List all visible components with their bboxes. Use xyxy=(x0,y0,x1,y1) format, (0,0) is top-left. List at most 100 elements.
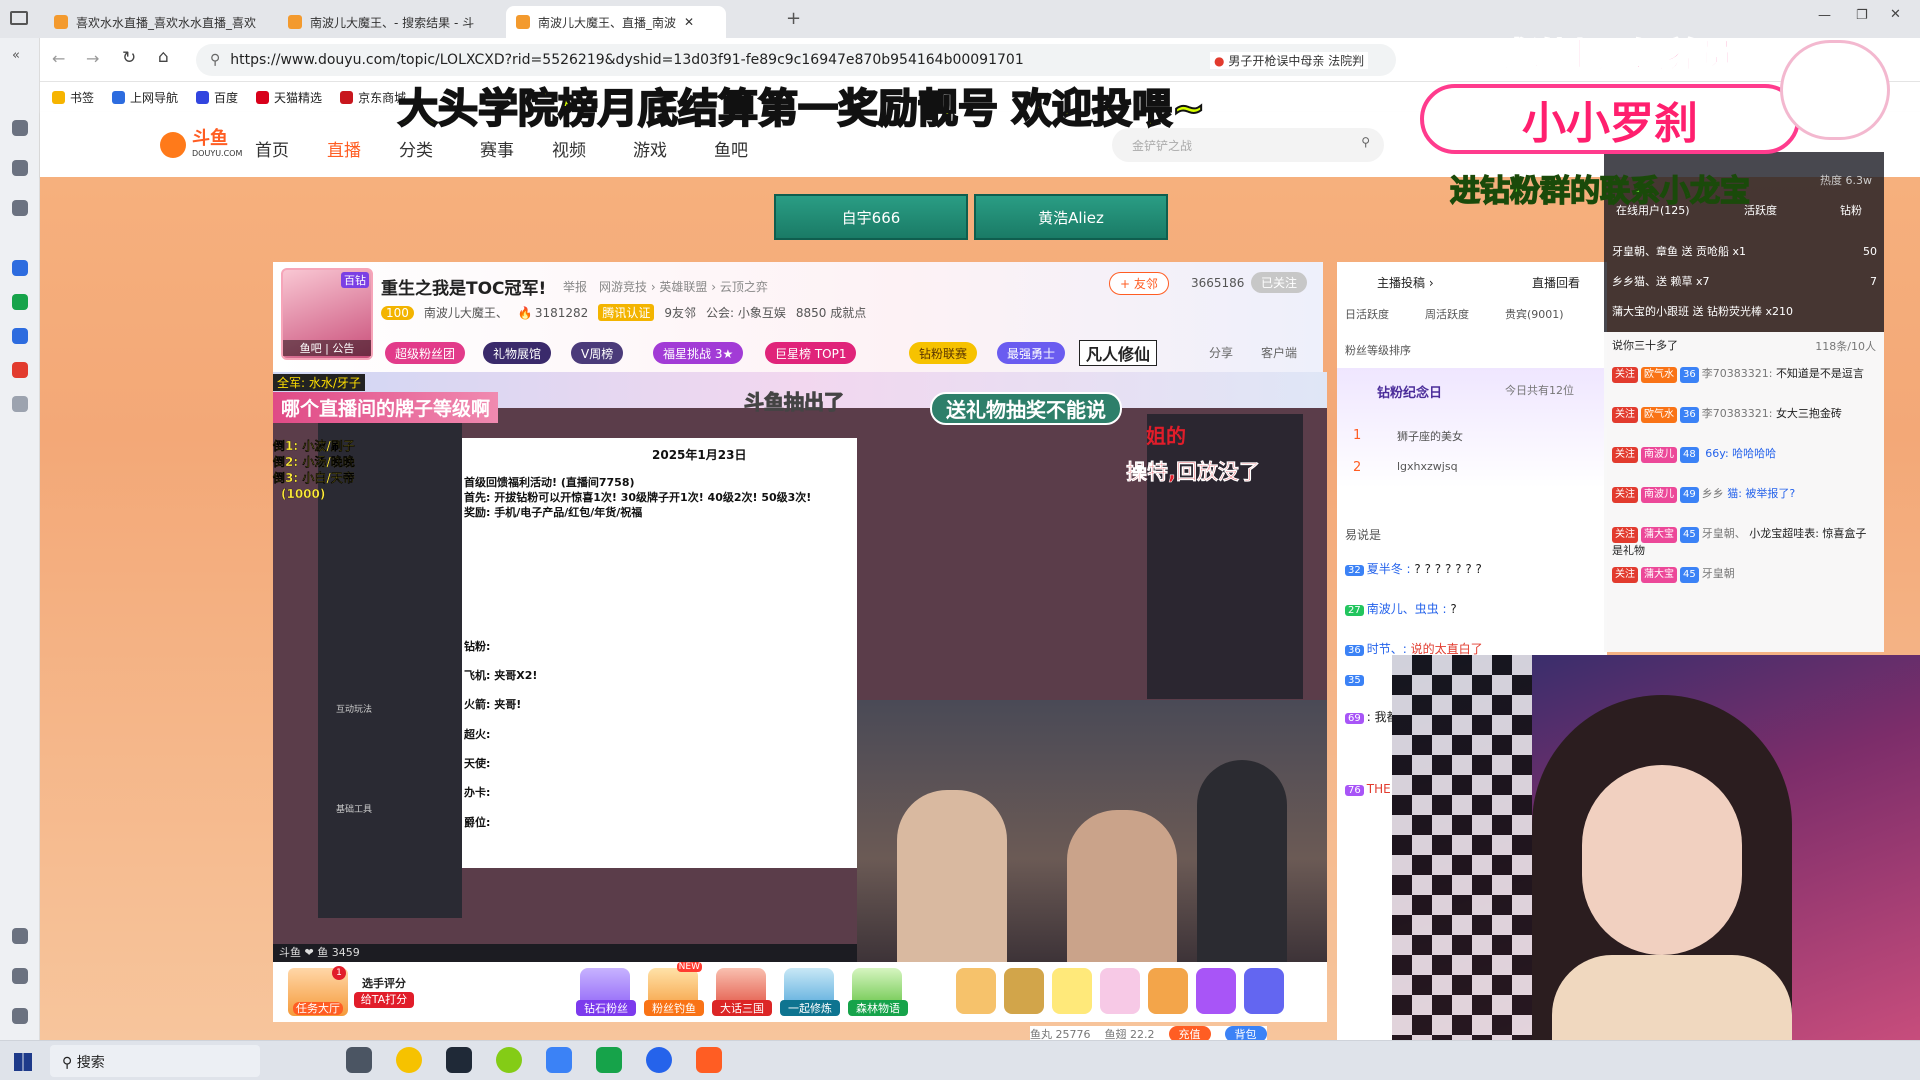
gift-slot[interactable] xyxy=(1244,968,1284,1014)
new-tab-icon[interactable]: + xyxy=(786,8,801,29)
back-icon[interactable]: ← xyxy=(52,49,65,68)
breadcrumb[interactable]: 网游竞技 › 英雄联盟 › 云顶之弈 xyxy=(599,278,768,295)
streamer-name[interactable]: 南波儿大魔王、 xyxy=(424,304,508,321)
badge-lucky-star[interactable]: 福星挑战 3★ xyxy=(653,342,744,364)
browser-app-icon[interactable] xyxy=(546,1047,572,1073)
report-link[interactable]: 举报 xyxy=(563,278,587,295)
phone-icon[interactable] xyxy=(12,200,28,216)
wechat-icon[interactable] xyxy=(596,1047,622,1073)
nav-events[interactable]: 赛事 xyxy=(480,136,514,161)
pin-icon[interactable] xyxy=(12,1008,28,1024)
gift-slot[interactable] xyxy=(1004,968,1044,1014)
gift-slot[interactable] xyxy=(1196,968,1236,1014)
close-tab-icon[interactable]: ✕ xyxy=(684,15,694,29)
fans-fishing-item[interactable]: NEW 粉丝钓鱼 xyxy=(644,962,704,1016)
tab-replay[interactable]: 直播回看 xyxy=(1532,274,1580,291)
douyu-app-icon[interactable] xyxy=(696,1047,722,1073)
person-silhouette xyxy=(1197,760,1287,965)
followed-button[interactable]: 已关注 xyxy=(1251,272,1308,293)
browser-tab-3-active[interactable]: 南波儿大魔王、直播_南波 ✕ xyxy=(506,6,726,38)
close-window-icon[interactable]: ✕ xyxy=(1890,7,1901,22)
task-view-icon[interactable] xyxy=(346,1047,372,1073)
badge-super-fans[interactable]: 超级粉丝团 xyxy=(385,342,466,364)
search-icon[interactable]: ⚲ xyxy=(1361,135,1370,149)
streamer-link-button[interactable]: 黄浩Aliez xyxy=(974,194,1168,240)
gift-slot[interactable] xyxy=(1148,968,1188,1014)
fan-level-sort[interactable]: 粉丝等级排序 xyxy=(1345,342,1411,358)
minimize-icon[interactable]: — xyxy=(1818,8,1831,23)
tmall-icon xyxy=(256,90,270,104)
chat-msg: 35 xyxy=(1345,672,1367,686)
cultivate-item[interactable]: 一起修炼 xyxy=(780,968,840,1016)
app-k-icon[interactable] xyxy=(646,1047,672,1073)
address-news[interactable]: ● 男子开枪误中母亲 法院判 xyxy=(1210,52,1369,69)
badge-gift-hall[interactable]: 礼物展馆 xyxy=(483,342,552,364)
bookmark-item[interactable]: 天猫精选 xyxy=(256,89,322,106)
badge-weekly[interactable]: V周榜 xyxy=(571,342,624,364)
guild-name[interactable]: 公会: 小象互娱 xyxy=(706,304,786,321)
browser-tab-1[interactable]: 喜欢水水直播_喜欢水水直播_喜欢 xyxy=(44,6,264,38)
gift-slot[interactable] xyxy=(956,968,996,1014)
app-color-icon[interactable] xyxy=(496,1047,522,1073)
reading-icon[interactable] xyxy=(12,160,28,176)
follow-button[interactable]: + 友邻 xyxy=(1109,272,1169,295)
fanren-banner[interactable]: 凡人修仙 xyxy=(1079,340,1158,366)
badge-diamond-league[interactable]: 钻粉联赛 xyxy=(909,342,978,364)
briefcase-icon[interactable] xyxy=(12,968,28,984)
nav-video[interactable]: 视频 xyxy=(552,136,586,161)
gift-slot[interactable] xyxy=(1052,968,1092,1014)
cert-badge: 腾讯认证 xyxy=(598,304,655,321)
bookmark-item[interactable]: 京东商城 xyxy=(340,89,406,106)
three-kingdoms-item[interactable]: 大话三国 xyxy=(712,968,772,1016)
tab-title: 喜欢水水直播_喜欢水水直播_喜欢 xyxy=(76,15,257,30)
reload-icon[interactable]: ↻ xyxy=(122,48,136,68)
red-app-icon[interactable] xyxy=(12,362,28,378)
notice-link[interactable]: 鱼吧 | 公告 xyxy=(283,340,371,356)
forest-story-item[interactable]: 森林物语 xyxy=(848,968,908,1016)
search-app-icon[interactable] xyxy=(12,260,28,276)
bookmark-item[interactable]: 书签 xyxy=(52,89,94,106)
caption-fish: 斗鱼抽出了 xyxy=(744,390,845,415)
nav-category[interactable]: 分类 xyxy=(399,136,433,161)
screenshot-icon[interactable] xyxy=(12,928,28,944)
subtab-vip[interactable]: 贵宾(9001) xyxy=(1505,306,1564,322)
badge-warrior[interactable]: 最强勇士 xyxy=(997,342,1066,364)
douyu-logo[interactable]: 斗鱼 DOUYU.COM xyxy=(160,130,242,160)
bookmark-item[interactable]: 百度 xyxy=(196,89,238,106)
forward-icon[interactable]: → xyxy=(86,49,99,68)
client-button[interactable]: 客户端 xyxy=(1261,344,1297,361)
rank-user[interactable]: 狮子座的美女 xyxy=(1397,428,1463,444)
favorites-icon[interactable] xyxy=(12,120,28,136)
rank-user[interactable]: lgxhxzwjsq xyxy=(1397,460,1458,473)
badge-star-top[interactable]: 巨星榜 TOP1 xyxy=(765,342,857,364)
add-app-icon[interactable] xyxy=(12,396,28,412)
gift-slot[interactable] xyxy=(1100,968,1140,1014)
nav-games[interactable]: 游戏 xyxy=(633,136,667,161)
rate-player-button[interactable]: 选手评分 给TA打分 xyxy=(354,976,414,1008)
paw-app-icon[interactable] xyxy=(12,328,28,344)
nav-live[interactable]: 直播 xyxy=(327,136,361,161)
share-button[interactable]: 分享 xyxy=(1209,344,1233,361)
window-menu-icon[interactable] xyxy=(10,11,28,25)
taskbar-search[interactable]: ⚲ 搜索 xyxy=(50,1045,260,1077)
streamer-link-button[interactable]: 自宇666 xyxy=(774,194,968,240)
side-ranking: 倒1: 小波/刷子 倒2: 小汤/晚晚 倒3: 小白/天帝 (1000) xyxy=(273,438,355,502)
home-icon[interactable]: ⌂ xyxy=(158,47,169,67)
nav-yuba[interactable]: 鱼吧 xyxy=(714,136,748,161)
subtab-weekly[interactable]: 周活跃度 xyxy=(1425,306,1469,322)
app-terminal-icon[interactable] xyxy=(446,1047,472,1073)
app-circle-icon[interactable] xyxy=(396,1047,422,1073)
collapse-icon[interactable]: « xyxy=(12,48,20,63)
task-hall-button[interactable]: 任务大厅 1 xyxy=(288,966,348,1016)
tab-submissions[interactable]: 主播投稿 › xyxy=(1377,274,1434,291)
nav-home[interactable]: 首页 xyxy=(255,136,289,161)
subtab-daily[interactable]: 日活跃度 xyxy=(1345,306,1389,322)
streamer-avatar[interactable]: 百钻 鱼吧 | 公告 xyxy=(281,268,373,360)
doc-item: 钻粉: xyxy=(464,640,491,653)
browser-tab-2[interactable]: 南波儿大魔王、- 搜索结果 - 斗 xyxy=(278,6,498,38)
windows-start-icon[interactable] xyxy=(14,1053,32,1071)
bookmark-item[interactable]: 上网导航 xyxy=(112,89,178,106)
diamond-fans-item[interactable]: 钻石粉丝 xyxy=(576,968,636,1016)
restore-icon[interactable]: ❐ xyxy=(1856,8,1868,23)
browser-app-icon[interactable] xyxy=(12,294,28,310)
